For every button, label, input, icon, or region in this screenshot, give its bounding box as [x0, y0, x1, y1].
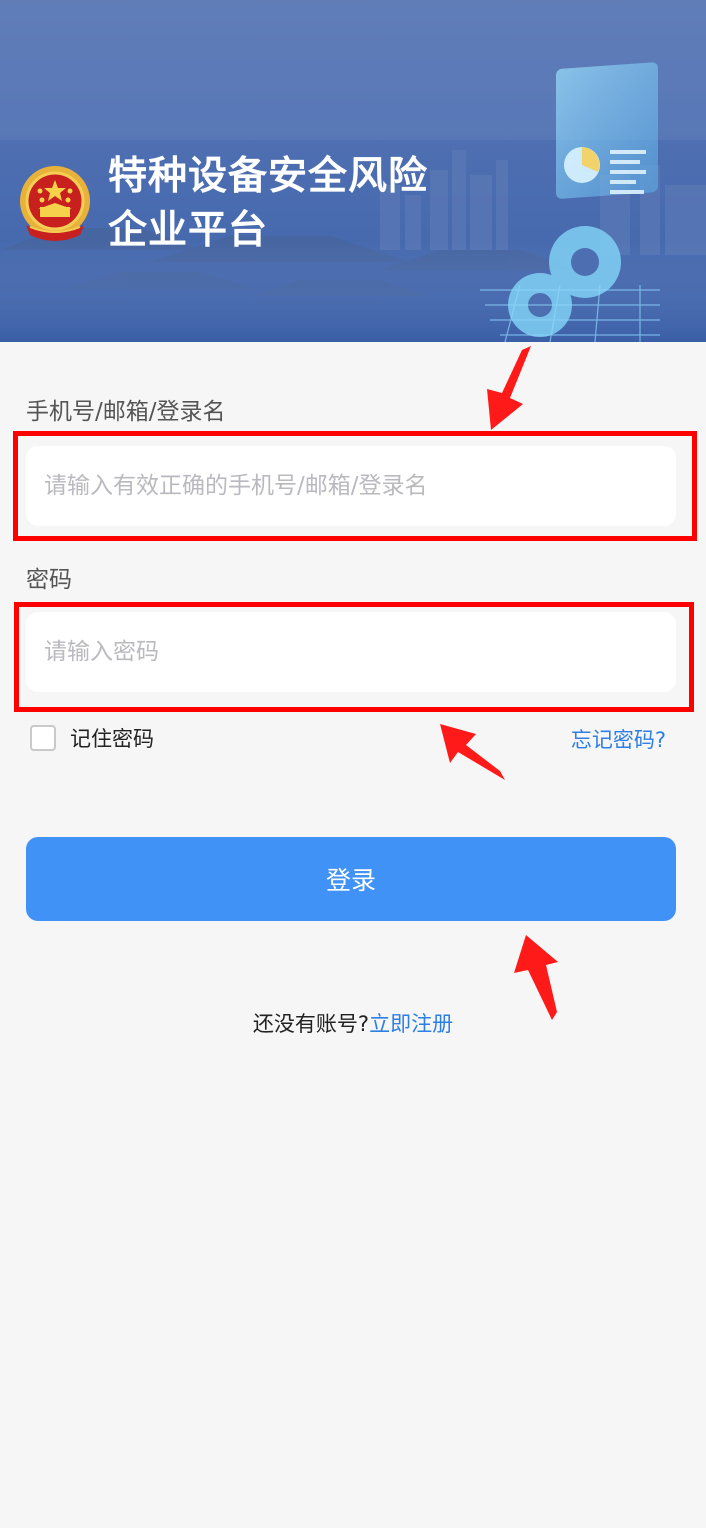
login-page: 特种设备安全风险 企业平台 手机号/邮箱/登录名 密码 记住密码 忘记密码? 登… [0, 0, 706, 1528]
annotation-arrow-icon [440, 724, 505, 780]
annotation-arrows [440, 346, 558, 1020]
annotation-arrow-icon [514, 935, 558, 1020]
annotation-arrow-icon [487, 346, 531, 430]
